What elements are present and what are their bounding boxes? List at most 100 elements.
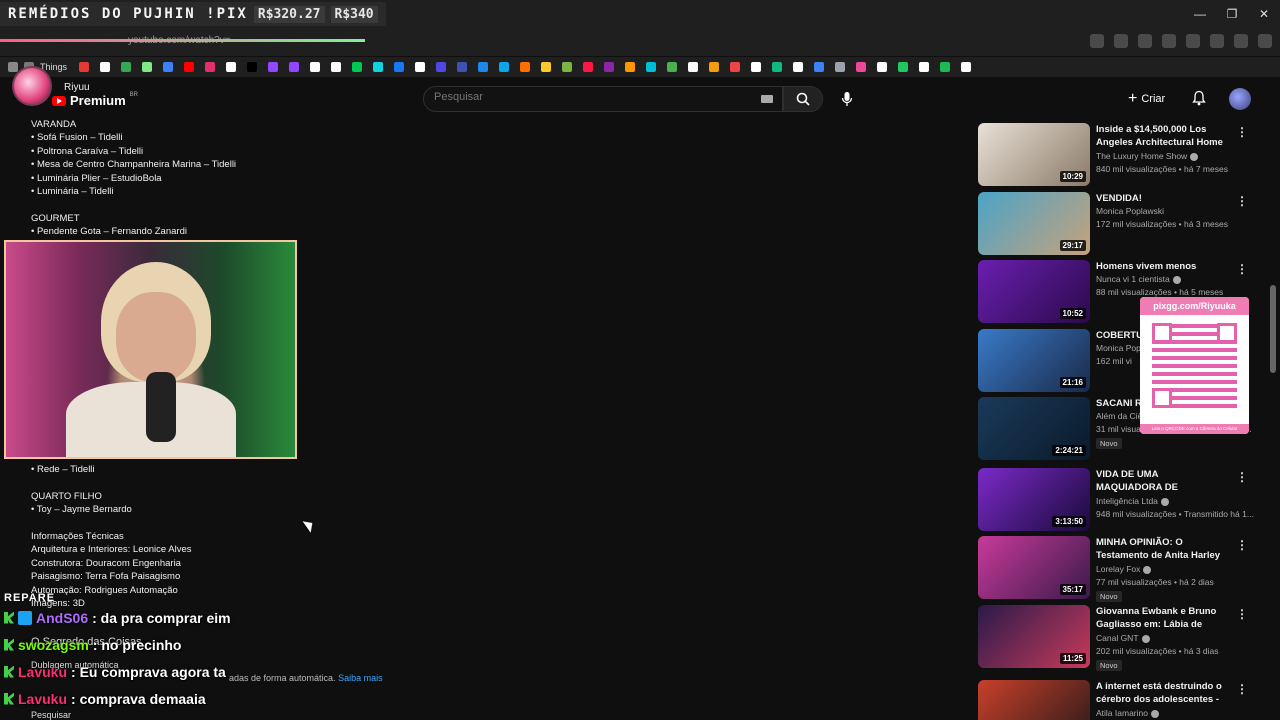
video-thumbnail[interactable]: 35:17 [978,536,1090,599]
bookmark-favicon-icon[interactable] [541,62,552,72]
bookmark-favicon-icon[interactable] [835,62,846,72]
video-title[interactable]: Homens vivem menos [1096,260,1224,273]
keyboard-icon[interactable] [761,95,773,103]
recommended-video[interactable]: 11:25 Giovanna Ewbank e Bruno Gagliasso e… [978,605,1258,671]
video-channel[interactable]: Nunca vi 1 cientista [1096,274,1170,284]
video-channel[interactable]: Monica Poplawski [1096,206,1164,216]
more-options-icon[interactable]: ⋮ [1236,125,1248,139]
channel-name-row[interactable]: The Luxury Home Show [1096,151,1199,161]
video-title[interactable]: VENDIDA! [1096,192,1224,205]
more-options-icon[interactable]: ⋮ [1236,682,1248,696]
recommended-video[interactable]: 3:13:50 VIDA DE UMA MAQUIADORA DE MORTOS:… [978,468,1258,532]
video-channel[interactable]: The Luxury Home Show [1096,151,1187,161]
video-thumbnail[interactable]: 10:29 [978,123,1090,186]
extension-icon[interactable] [1138,34,1152,48]
bookmark-favicon-icon[interactable] [79,62,90,72]
apps-grid-icon[interactable] [8,62,18,72]
channel-name-row[interactable]: Lorelay Fox [1096,564,1152,574]
bookmark-favicon-icon[interactable] [352,62,363,72]
bookmark-favicon-icon[interactable] [289,62,300,72]
bookmark-favicon-icon[interactable] [856,62,867,72]
youtube-premium-logo[interactable]: Premium BR [52,92,138,108]
bookmark-favicon-icon[interactable] [772,62,783,72]
video-channel[interactable]: Canal GNT [1096,633,1139,643]
channel-name-row[interactable]: Nunca vi 1 cientista [1096,274,1181,284]
search-input[interactable] [434,91,754,103]
video-thumbnail[interactable]: 11:25 [978,605,1090,668]
channel-name-row[interactable]: Inteligência Ltda [1096,496,1169,506]
bookmark-favicon-icon[interactable] [457,62,468,72]
channel-name-row[interactable]: Canal GNT [1096,633,1150,643]
bookmark-favicon-icon[interactable] [562,62,573,72]
recommended-video[interactable]: 35:17 MINHA OPINIÃO: O Testamento de Anit… [978,536,1258,602]
minimize-icon[interactable]: — [1184,0,1216,28]
bookmark-star-icon[interactable] [1114,34,1128,48]
channel-name-row[interactable]: Monica Poplawski [1096,206,1164,216]
video-channel[interactable]: Lorelay Fox [1096,564,1140,574]
bookmark-favicon-icon[interactable] [436,62,447,72]
video-channel[interactable]: Monica Popl [1096,343,1143,353]
recommended-video[interactable]: 10:29 Inside a $14,500,000 Los Angeles Ar… [978,123,1258,187]
video-channel[interactable]: Além da Ciê [1096,411,1142,421]
search-button[interactable] [783,86,823,112]
bookmark-favicon-icon[interactable] [163,62,174,72]
close-icon[interactable]: ✕ [1248,0,1280,28]
bookmark-favicon-icon[interactable] [310,62,321,72]
bookmark-favicon-icon[interactable] [625,62,636,72]
voice-search-button[interactable] [836,88,858,110]
recommended-video[interactable]: A internet está destruindo o cérebro dos… [978,680,1258,720]
bookmark-favicon-icon[interactable] [373,62,384,72]
video-title[interactable]: Giovanna Ewbank e Bruno Gagliasso em: Lá… [1096,605,1224,631]
video-title[interactable]: Inside a $14,500,000 Los Angeles Archite… [1096,123,1224,149]
menu-icon[interactable] [1258,34,1272,48]
channel-name-row[interactable]: Atila Iamarino [1096,708,1159,718]
notifications-button[interactable] [1192,90,1206,111]
bookmark-favicon-icon[interactable] [646,62,657,72]
bookmark-favicon-icon[interactable] [415,62,426,72]
bookmark-favicon-icon[interactable] [793,62,804,72]
bookmark-favicon-icon[interactable] [688,62,699,72]
more-options-icon[interactable]: ⋮ [1236,470,1248,484]
bookmark-favicon-icon[interactable] [877,62,888,72]
learn-more-link[interactable]: Saiba mais [338,673,383,683]
video-thumbnail[interactable] [978,680,1090,720]
bookmark-favicon-icon[interactable] [247,62,258,72]
bookmark-favicon-icon[interactable] [100,62,111,72]
video-thumbnail[interactable]: 21:16 [978,329,1090,392]
video-thumbnail[interactable]: 2:24:21 [978,397,1090,460]
bookmark-favicon-icon[interactable] [142,62,153,72]
bookmark-favicon-icon[interactable] [478,62,489,72]
more-options-icon[interactable]: ⋮ [1236,194,1248,208]
video-title[interactable]: MINHA OPINIÃO: O Testamento de Anita Har… [1096,536,1224,562]
bookmark-favicon-icon[interactable] [919,62,930,72]
profile-icon[interactable] [1234,34,1248,48]
bookmark-favicon-icon[interactable] [583,62,594,72]
bookmark-favicon-icon[interactable] [121,62,132,72]
user-avatar[interactable] [1229,88,1251,110]
bookmark-favicon-icon[interactable] [184,62,195,72]
channel-name-row[interactable]: Além da Ciê [1096,411,1142,421]
bookmark-favicon-icon[interactable] [814,62,825,72]
bookmark-favicon-icon[interactable] [709,62,720,72]
bookmark-favicon-icon[interactable] [961,62,972,72]
bookmark-favicon-icon[interactable] [268,62,279,72]
bookmark-favicon-icon[interactable] [394,62,405,72]
reading-list-icon[interactable] [1210,34,1224,48]
bookmark-favicon-icon[interactable] [940,62,951,72]
recommended-video[interactable]: 29:17 VENDIDA! Monica Poplawski 172 mil vis… [978,192,1258,256]
video-channel[interactable]: Atila Iamarino [1096,708,1148,718]
bookmark-favicon-icon[interactable] [499,62,510,72]
restore-icon[interactable]: ❐ [1216,0,1248,28]
more-options-icon[interactable]: ⋮ [1236,538,1248,552]
create-button[interactable]: + Criar [1128,88,1165,110]
video-thumbnail[interactable]: 10:52 [978,260,1090,323]
extensions-puzzle-icon[interactable] [1186,34,1200,48]
install-app-icon[interactable] [1090,34,1104,48]
bookmark-favicon-icon[interactable] [331,62,342,72]
scrollbar[interactable] [1270,285,1276,373]
channel-name-row[interactable]: Monica Popl [1096,343,1143,353]
bookmark-favicon-icon[interactable] [730,62,741,72]
bookmark-favicon-icon[interactable] [604,62,615,72]
bookmark-favicon-icon[interactable] [667,62,678,72]
extension-icon[interactable] [1162,34,1176,48]
